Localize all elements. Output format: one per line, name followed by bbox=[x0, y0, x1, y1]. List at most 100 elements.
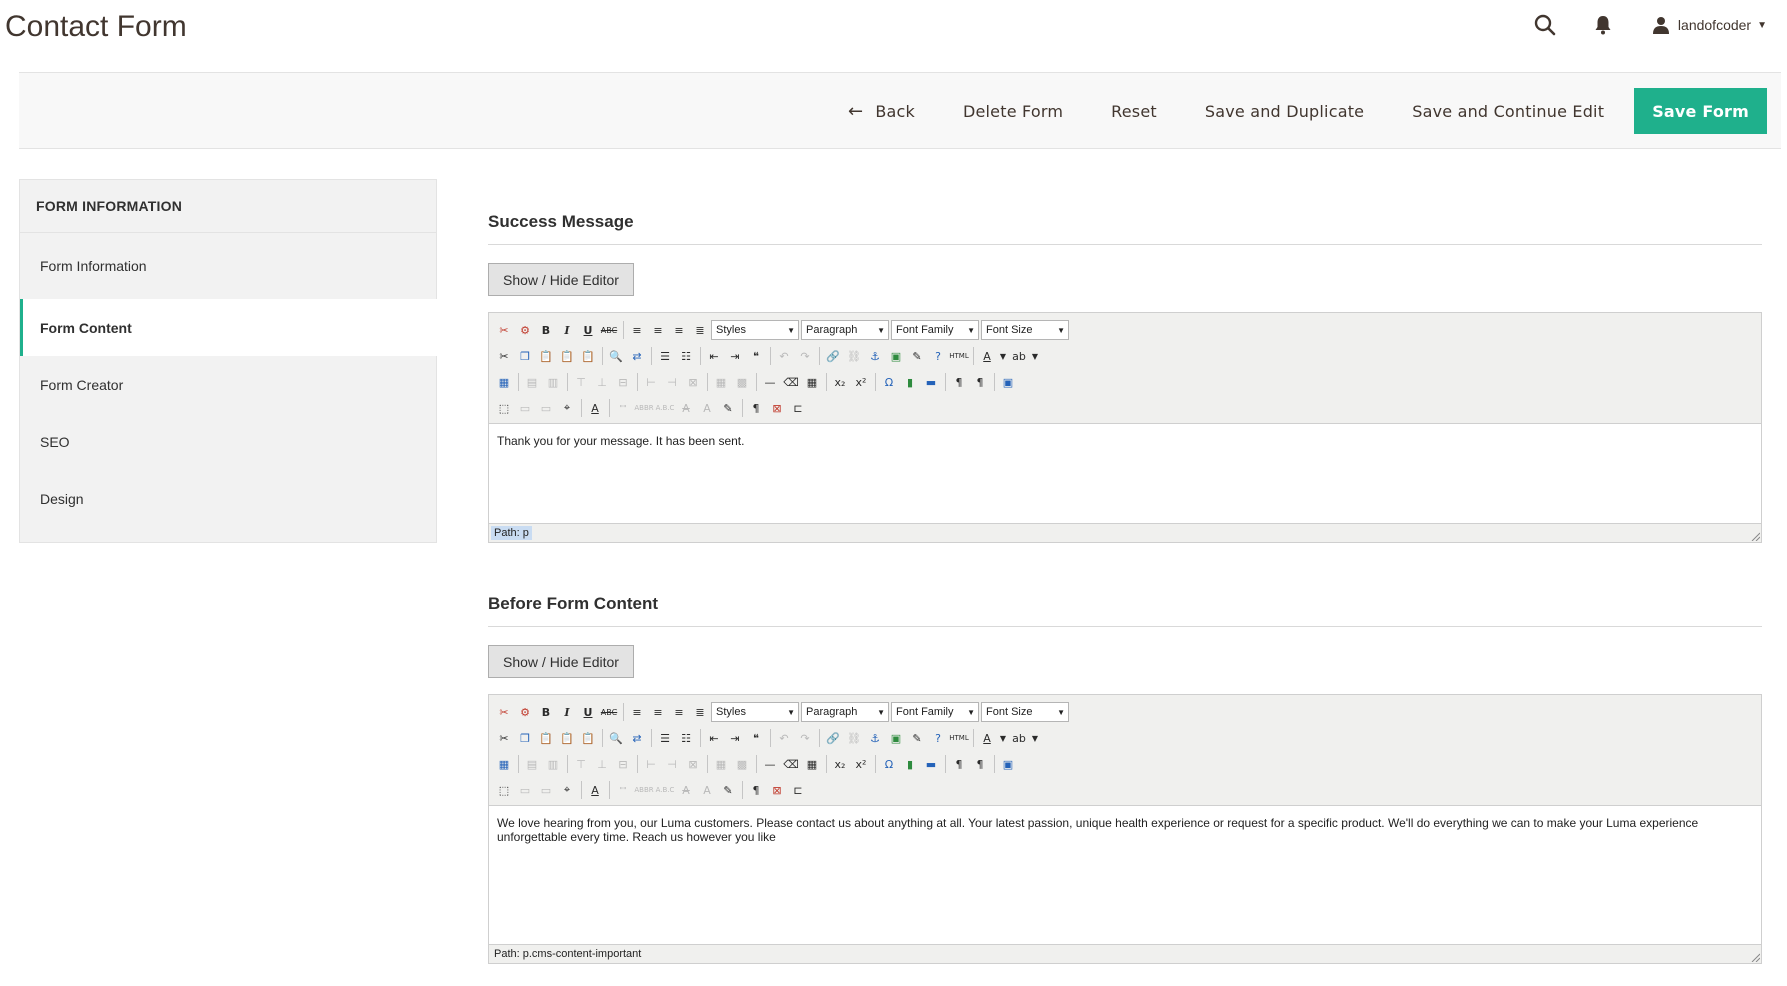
text-color-icon[interactable]: A bbox=[977, 728, 997, 748]
save-and-continue-button[interactable]: Save and Continue Edit bbox=[1388, 88, 1628, 134]
bullet-list-icon[interactable]: ☰ bbox=[655, 346, 675, 366]
font-family-select[interactable]: Font Family ▼ bbox=[891, 702, 979, 722]
numbered-list-icon[interactable]: ☷ bbox=[676, 728, 696, 748]
unlink-icon[interactable]: ⛓ bbox=[844, 728, 864, 748]
chevron-down-icon[interactable]: ▼ bbox=[1030, 728, 1040, 748]
fullscreen-icon[interactable]: ▣ bbox=[998, 754, 1018, 774]
merge-cells-icon[interactable]: ▩ bbox=[732, 754, 752, 774]
anchor-icon[interactable]: ⚓ bbox=[865, 728, 885, 748]
replace-icon[interactable]: ⇄ bbox=[627, 728, 647, 748]
insert-col-before-icon[interactable]: ⊢ bbox=[641, 372, 661, 392]
nonbreaking-icon[interactable]: ⊠ bbox=[767, 780, 787, 800]
anchor-icon[interactable]: ⚓ bbox=[865, 346, 885, 366]
bullet-list-icon[interactable]: ☰ bbox=[655, 728, 675, 748]
ltr-icon[interactable]: ¶ bbox=[949, 372, 969, 392]
insert-row-after-icon[interactable]: ⊥ bbox=[592, 372, 612, 392]
styles-icon[interactable]: A bbox=[585, 780, 605, 800]
resize-handle-icon[interactable] bbox=[1750, 531, 1760, 541]
italic-icon[interactable]: I bbox=[557, 320, 577, 340]
undo-icon[interactable]: ↶ bbox=[774, 728, 794, 748]
visual-chars-icon[interactable]: ¶ bbox=[746, 398, 766, 418]
strikethrough-icon[interactable]: ABC bbox=[599, 320, 619, 340]
del-icon[interactable]: A bbox=[676, 780, 696, 800]
delete-col-icon[interactable]: ⊠ bbox=[683, 372, 703, 392]
paste-word-icon[interactable]: 📋 bbox=[578, 346, 598, 366]
font-size-select[interactable]: Font Size ▼ bbox=[981, 702, 1069, 722]
find-icon[interactable]: 🔍 bbox=[606, 728, 626, 748]
abbr-icon[interactable]: ABBR bbox=[634, 780, 654, 800]
superscript-icon[interactable]: x² bbox=[851, 372, 871, 392]
ins-icon[interactable]: A bbox=[697, 780, 717, 800]
nonbreaking-icon[interactable]: ⊠ bbox=[767, 398, 787, 418]
image-icon[interactable]: ▣ bbox=[886, 346, 906, 366]
attributes-icon[interactable]: ✎ bbox=[718, 398, 738, 418]
link-icon[interactable]: 🔗 bbox=[823, 728, 843, 748]
chevron-down-icon[interactable]: ▼ bbox=[998, 728, 1008, 748]
sidebar-item-form-content[interactable]: Form Content bbox=[20, 299, 437, 356]
pagebreak-icon[interactable]: ⊏ bbox=[788, 398, 808, 418]
back-button[interactable]: ← Back bbox=[824, 88, 939, 134]
move-forward-icon[interactable]: ▭ bbox=[515, 780, 535, 800]
blockquote-icon[interactable]: ❝ bbox=[746, 346, 766, 366]
editor-content[interactable]: We love hearing from you, our Luma custo… bbox=[489, 806, 1761, 944]
del-icon[interactable]: A bbox=[676, 398, 696, 418]
align-center-icon[interactable]: ≡ bbox=[648, 702, 668, 722]
insert-layer-icon[interactable]: ⬚ bbox=[494, 398, 514, 418]
insert-col-after-icon[interactable]: ⊣ bbox=[662, 372, 682, 392]
cleanup-icon[interactable]: ✎ bbox=[907, 728, 927, 748]
text-color-icon[interactable]: A bbox=[977, 346, 997, 366]
redo-icon[interactable]: ↷ bbox=[795, 346, 815, 366]
styles-select[interactable]: Styles ▼ bbox=[711, 320, 799, 340]
ins-icon[interactable]: A bbox=[697, 398, 717, 418]
styles-select[interactable]: Styles ▼ bbox=[711, 702, 799, 722]
save-and-duplicate-button[interactable]: Save and Duplicate bbox=[1181, 88, 1388, 134]
special-char-icon[interactable]: Ω bbox=[879, 372, 899, 392]
pagebreak-icon[interactable]: ⊏ bbox=[788, 780, 808, 800]
show-hide-editor-button[interactable]: Show / Hide Editor bbox=[488, 263, 634, 296]
bell-icon[interactable] bbox=[1588, 10, 1618, 40]
paste-text-icon[interactable]: 📋 bbox=[557, 728, 577, 748]
show-hide-editor-button[interactable]: Show / Hide Editor bbox=[488, 645, 634, 678]
underline-icon[interactable]: U bbox=[578, 320, 598, 340]
indent-icon[interactable]: ⇥ bbox=[725, 346, 745, 366]
attributes-icon[interactable]: ✎ bbox=[718, 780, 738, 800]
editor-content[interactable]: Thank you for your message. It has been … bbox=[489, 424, 1761, 523]
remove-format-icon[interactable]: ⌫ bbox=[781, 372, 801, 392]
indent-icon[interactable]: ⇥ bbox=[725, 728, 745, 748]
align-justify-icon[interactable]: ≣ bbox=[690, 320, 710, 340]
insert-row-before-icon[interactable]: ⊤ bbox=[571, 754, 591, 774]
move-backward-icon[interactable]: ▭ bbox=[536, 398, 556, 418]
bold-icon[interactable]: B bbox=[536, 702, 556, 722]
image-icon[interactable]: ▣ bbox=[886, 728, 906, 748]
media-icon[interactable]: ▮ bbox=[900, 754, 920, 774]
align-right-icon[interactable]: ≡ bbox=[669, 702, 689, 722]
resize-handle-icon[interactable] bbox=[1750, 952, 1760, 962]
split-cells-icon[interactable]: ▦ bbox=[711, 372, 731, 392]
widget-icon[interactable]: ⚙ bbox=[515, 320, 535, 340]
font-size-select[interactable]: Font Size ▼ bbox=[981, 320, 1069, 340]
background-color-icon[interactable]: ab bbox=[1009, 728, 1029, 748]
paste-icon[interactable]: 📋 bbox=[536, 728, 556, 748]
cite-icon[interactable]: "" bbox=[613, 780, 633, 800]
merge-cells-icon[interactable]: ▩ bbox=[732, 372, 752, 392]
table-icon[interactable]: ▦ bbox=[494, 372, 514, 392]
redo-icon[interactable]: ↷ bbox=[795, 728, 815, 748]
blockquote-icon[interactable]: ❝ bbox=[746, 728, 766, 748]
format-select[interactable]: Paragraph ▼ bbox=[801, 702, 889, 722]
reset-button[interactable]: Reset bbox=[1087, 88, 1181, 134]
font-family-select[interactable]: Font Family ▼ bbox=[891, 320, 979, 340]
advanced-hr-icon[interactable]: ▬ bbox=[921, 754, 941, 774]
user-menu[interactable]: landofcoder ▼ bbox=[1652, 16, 1767, 34]
insert-col-before-icon[interactable]: ⊢ bbox=[641, 754, 661, 774]
source-icon[interactable]: ✂ bbox=[494, 702, 514, 722]
cell-props-icon[interactable]: ▥ bbox=[543, 754, 563, 774]
italic-icon[interactable]: I bbox=[557, 702, 577, 722]
undo-icon[interactable]: ↶ bbox=[774, 346, 794, 366]
move-backward-icon[interactable]: ▭ bbox=[536, 780, 556, 800]
sidebar-item-design[interactable]: Design bbox=[20, 470, 436, 527]
cleanup-icon[interactable]: ✎ bbox=[907, 346, 927, 366]
align-left-icon[interactable]: ≡ bbox=[627, 702, 647, 722]
insert-layer-icon[interactable]: ⬚ bbox=[494, 780, 514, 800]
subscript-icon[interactable]: x₂ bbox=[830, 372, 850, 392]
replace-icon[interactable]: ⇄ bbox=[627, 346, 647, 366]
